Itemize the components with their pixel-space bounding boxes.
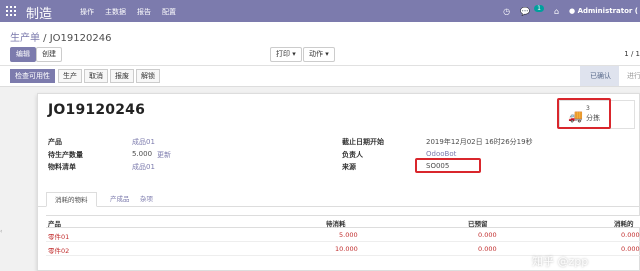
row-to-consume: 5.000 [339, 231, 358, 239]
menu-item-reports[interactable]: 报告 [137, 7, 151, 17]
record-title: JO19120246 [48, 102, 146, 118]
responsible-label: 负责人 [342, 151, 363, 159]
column-header-consumed[interactable]: 消耗的 [614, 218, 634, 228]
quantity-value: 5.000 [132, 150, 153, 158]
create-button[interactable]: 创建 [36, 47, 62, 62]
watermark: 知乎 @zpp [532, 255, 589, 268]
control-panel: 生产单 / JO19120246 编辑 创建 打印 ▾ 动作 ▾ 1 / 1 [0, 22, 640, 66]
tab-consumed-materials[interactable]: 消耗的物料 [46, 192, 97, 207]
apps-menu-icon[interactable] [6, 6, 16, 16]
deadline-label: 截止日期开始 [342, 138, 384, 146]
clock-icon[interactable]: ◷ [503, 7, 510, 16]
user-name: Administrator ( [577, 7, 638, 15]
table-row[interactable]: 零件01 5.000 0.000 0.000 [46, 229, 640, 242]
table-header: 产品 待消耗 已预留 消耗的 [46, 215, 640, 228]
home-icon[interactable]: ⌂ [554, 7, 559, 16]
menu-item-configuration[interactable]: 配置 [162, 7, 176, 17]
column-header-reserved[interactable]: 已预留 [468, 218, 488, 228]
menu-item-master-data[interactable]: 主数据 [105, 7, 126, 17]
notebook-tabs: 消耗的物料 产成品 杂项 [38, 190, 640, 207]
app-title: 制造 [26, 7, 53, 22]
row-consumed: 0.000 [621, 245, 640, 253]
tab-miscellaneous[interactable]: 杂项 [132, 192, 161, 207]
form-sheet: JO19120246 🚚 3 分拣 产品 成品01 待生产数量 5.000 更新… [37, 93, 640, 271]
bom-label: 物料清单 [48, 163, 76, 171]
check-availability-button[interactable]: 检查可用性 [10, 69, 55, 83]
quantity-label: 待生产数量 [48, 151, 83, 159]
source-label: 来源 [342, 163, 356, 171]
pager[interactable]: 1 / 1 [624, 50, 640, 58]
row-product: 零件02 [48, 247, 70, 255]
scrap-button[interactable]: 报废 [110, 69, 134, 83]
unlock-button[interactable]: 解锁 [136, 69, 160, 83]
chat-icon[interactable]: 💬 [520, 7, 530, 16]
chat-badge: 1 [534, 4, 544, 12]
row-product: 零件01 [48, 233, 70, 241]
produce-button[interactable]: 生产 [58, 69, 82, 83]
row-consumed: 0.000 [621, 231, 640, 239]
user-menu[interactable]: ● Administrator ( [569, 7, 638, 15]
navbar-right: ◷ 💬 1 ⌂ ● Administrator ( [503, 0, 640, 22]
menu-item-operations[interactable]: 操作 [80, 7, 94, 17]
main-menu: 操作 主数据 报告 配置 [80, 7, 176, 17]
row-reserved: 0.000 [478, 245, 497, 253]
action-dropdown[interactable]: 动作 ▾ [303, 47, 335, 62]
edit-button[interactable]: 编辑 [10, 47, 36, 62]
stage-confirmed[interactable]: 已确认 [580, 66, 619, 86]
top-navbar: 制造 操作 主数据 报告 配置 ◷ 💬 1 ⌂ ● Administrator … [0, 0, 640, 22]
breadcrumb-parent[interactable]: 生产单 [10, 33, 40, 44]
column-header-to-consume[interactable]: 待消耗 [326, 218, 346, 228]
breadcrumb: 生产单 / JO19120246 [10, 29, 111, 44]
row-reserved: 0.000 [478, 231, 497, 239]
highlight-box-source [415, 158, 481, 173]
update-quantity-link[interactable]: 更新 [157, 150, 171, 160]
breadcrumb-current: JO19120246 [49, 33, 112, 44]
breadcrumb-separator: / [40, 33, 50, 44]
user-icon: ● [569, 7, 576, 15]
cancel-button[interactable]: 取消 [84, 69, 108, 83]
bom-value[interactable]: 成品01 [132, 162, 155, 172]
column-header-product[interactable]: 产品 [48, 218, 61, 228]
deadline-value: 2019年12月02日 16时26分19秒 [426, 138, 533, 146]
product-value[interactable]: 成品01 [132, 137, 155, 147]
row-to-consume: 10.000 [335, 245, 358, 253]
statusbar: 检查可用性 生产 取消 报废 解锁 已确认 进行 [0, 66, 640, 87]
highlight-box-pickings [557, 98, 611, 129]
stage-in-progress[interactable]: 进行 [617, 66, 640, 86]
product-label: 产品 [48, 138, 62, 146]
responsible-value[interactable]: OdooBot [426, 150, 456, 158]
left-edge-marker: ‹ [0, 228, 3, 235]
print-dropdown[interactable]: 打印 ▾ [270, 47, 302, 62]
